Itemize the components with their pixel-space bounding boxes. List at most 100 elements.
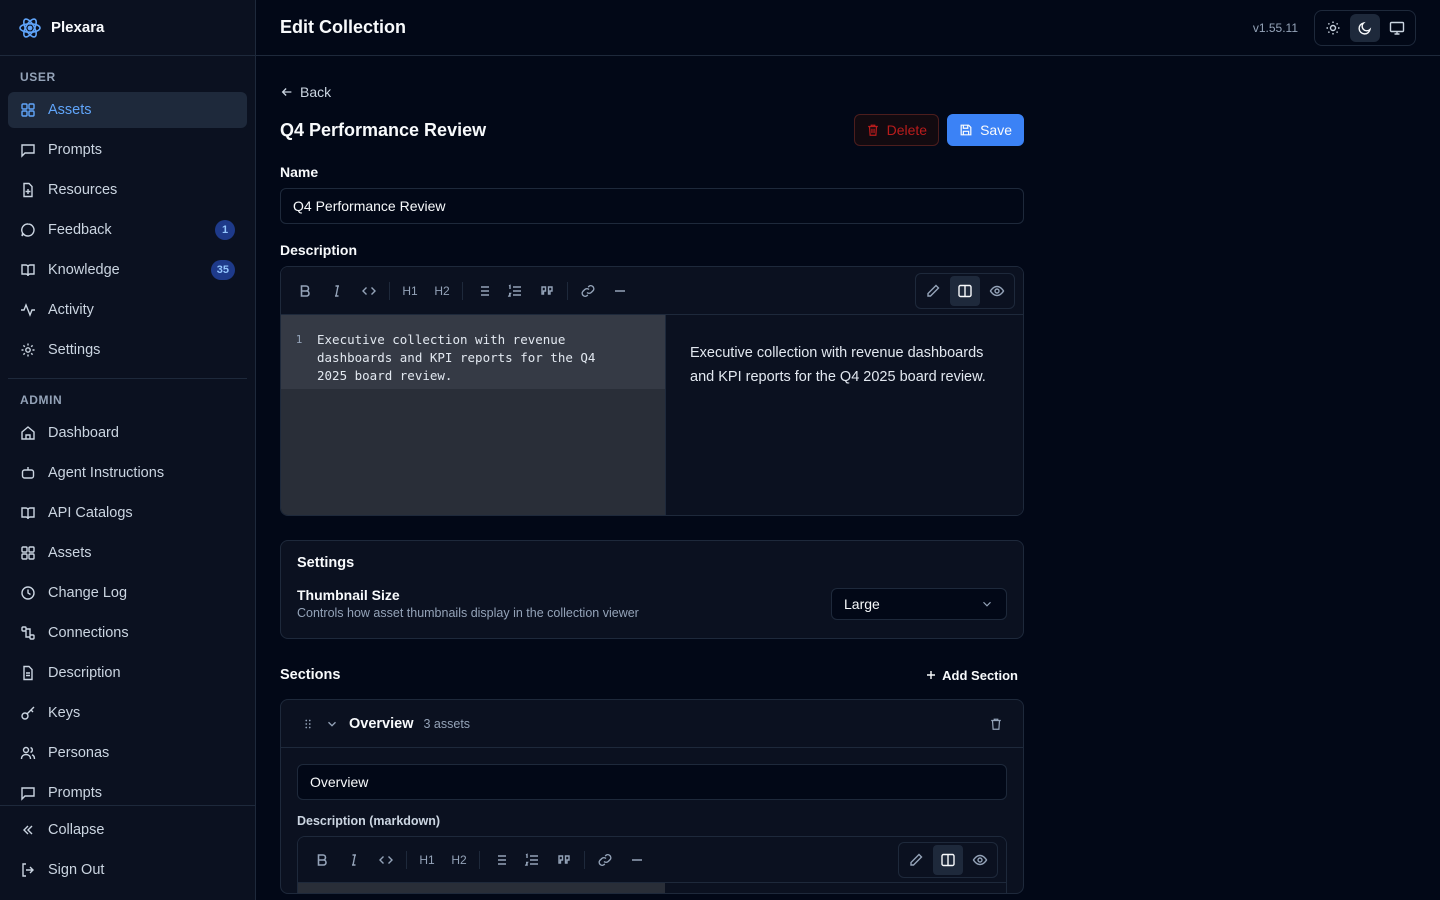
collapse-button[interactable]: Collapse [8, 812, 247, 848]
numbered-list-icon [524, 852, 540, 868]
moon-icon [1357, 20, 1373, 36]
light-theme-button[interactable] [1318, 14, 1348, 42]
horizontal-rule-button[interactable] [621, 844, 653, 876]
bullet-list-button[interactable] [484, 844, 516, 876]
preview-mode-button[interactable] [982, 276, 1012, 306]
section-editor-panes[interactable] [298, 883, 1006, 893]
preview-mode-button[interactable] [965, 845, 995, 875]
markdown-toolbar: H1 H2 [298, 837, 1006, 883]
thumbnail-size-select[interactable]: Large [831, 587, 1007, 620]
plus-icon [925, 669, 937, 681]
description-editor: H1 H2 1 Executive collection with revenu… [280, 266, 1024, 516]
sidebar-item-admin-assets[interactable]: Assets [8, 535, 247, 571]
link-icon [580, 283, 596, 299]
quote-button[interactable] [531, 275, 563, 307]
brand[interactable]: Plexara [0, 0, 255, 56]
arrow-left-icon [280, 85, 294, 99]
sidebar-item-agent-instructions[interactable]: Agent Instructions [8, 455, 247, 491]
link-button[interactable] [589, 844, 621, 876]
pencil-icon [925, 283, 941, 299]
topbar-title: Edit Collection [280, 17, 406, 37]
trash-icon [866, 123, 880, 137]
page-title: Q4 Performance Review [280, 119, 487, 140]
grid-icon [20, 102, 36, 118]
code-button[interactable] [353, 275, 385, 307]
drag-handle-icon[interactable] [301, 717, 315, 731]
dark-theme-button[interactable] [1350, 13, 1380, 42]
sidebar-item-change-log[interactable]: Change Log [8, 575, 247, 611]
sidebar-item-dashboard[interactable]: Dashboard [8, 415, 247, 451]
sidebar-item-activity[interactable]: Activity [8, 292, 247, 328]
sidebar-nav[interactable]: USER Assets Prompts Resources Feedback 1… [0, 56, 255, 805]
monitor-icon [1389, 20, 1405, 36]
numbered-list-button[interactable] [516, 844, 548, 876]
sidebar-item-settings[interactable]: Settings [8, 332, 247, 368]
sidebar-item-label: Assets [48, 545, 92, 561]
columns-icon [957, 283, 973, 299]
quote-button[interactable] [548, 844, 580, 876]
section-name: Overview [349, 715, 414, 732]
sidebar-item-resources[interactable]: Resources [8, 172, 247, 208]
sidebar-item-label: Feedback [48, 222, 112, 238]
sidebar-item-prompts[interactable]: Prompts [8, 132, 247, 168]
add-section-button[interactable]: Add Section [925, 668, 1024, 683]
split-mode-button[interactable] [950, 275, 980, 306]
markdown-source-pane[interactable]: 1 Executive collection with revenue dash… [281, 315, 665, 515]
link-button[interactable] [572, 275, 604, 307]
activity-icon [20, 302, 36, 318]
italic-button[interactable] [321, 275, 353, 307]
bold-button[interactable] [289, 275, 321, 307]
code-button[interactable] [370, 844, 402, 876]
sidebar-item-knowledge[interactable]: Knowledge 35 [8, 252, 247, 288]
chevron-down-icon[interactable] [325, 717, 339, 731]
edit-mode-button[interactable] [901, 845, 931, 875]
sidebar-item-feedback[interactable]: Feedback 1 [8, 212, 247, 248]
code-line: 1 Executive collection with revenue dash… [281, 315, 665, 389]
connection-icon [20, 625, 36, 641]
section-name-input[interactable]: Overview [297, 764, 1007, 800]
sidebar-item-keys[interactable]: Keys [8, 695, 247, 731]
sidebar-item-label: Keys [48, 705, 81, 721]
sidebar-item-label: API Catalogs [48, 505, 133, 521]
heading-2-button[interactable]: H2 [443, 844, 475, 876]
sidebar-item-api-catalogs[interactable]: API Catalogs [8, 495, 247, 531]
sidebar-item-label: Activity [48, 302, 94, 318]
back-link[interactable]: Back [280, 82, 1024, 102]
bold-button[interactable] [306, 844, 338, 876]
markdown-source-text: Executive collection with revenue dashbo… [317, 332, 596, 383]
sidebar-item-assets[interactable]: Assets [8, 92, 247, 128]
system-theme-button[interactable] [1382, 14, 1412, 42]
sidebar-item-admin-prompts[interactable]: Prompts [8, 775, 247, 805]
section-header[interactable]: Overview 3 assets [281, 700, 1023, 748]
sidebar-item-personas[interactable]: Personas [8, 735, 247, 771]
numbered-list-button[interactable] [499, 275, 531, 307]
heading-1-button[interactable]: H1 [394, 275, 426, 307]
toolbar-separator [389, 281, 390, 300]
link-icon [597, 852, 613, 868]
edit-mode-button[interactable] [918, 276, 948, 306]
bullet-list-button[interactable] [467, 275, 499, 307]
sidebar-item-label: Agent Instructions [48, 465, 165, 481]
name-input[interactable]: Q4 Performance Review [280, 188, 1024, 224]
sidebar-item-description[interactable]: Description [8, 655, 247, 691]
heading-2-button[interactable]: H2 [426, 275, 458, 307]
heading-1-button[interactable]: H1 [411, 844, 443, 876]
split-mode-button[interactable] [933, 844, 963, 875]
sidebar-footer: Collapse Sign Out [0, 805, 255, 900]
sign-out-button[interactable]: Sign Out [8, 852, 247, 888]
save-button[interactable]: Save [947, 114, 1024, 146]
delete-button[interactable]: Delete [853, 114, 940, 146]
log-out-icon [20, 862, 36, 878]
horizontal-rule-button[interactable] [604, 275, 636, 307]
section-card: Overview 3 assets Overview Description (… [280, 699, 1024, 894]
sidebar-item-connections[interactable]: Connections [8, 615, 247, 651]
trash-icon[interactable] [989, 717, 1003, 731]
book-icon [20, 505, 36, 521]
add-section-label: Add Section [942, 667, 1018, 683]
editor-mode-group [915, 272, 1015, 309]
main-area: Edit Collection v1.55.11 Back Q4 Perform… [256, 0, 1440, 900]
sidebar-divider [8, 378, 247, 379]
sidebar-item-label: Personas [48, 745, 110, 761]
chat-icon [20, 222, 36, 238]
italic-button[interactable] [338, 844, 370, 876]
